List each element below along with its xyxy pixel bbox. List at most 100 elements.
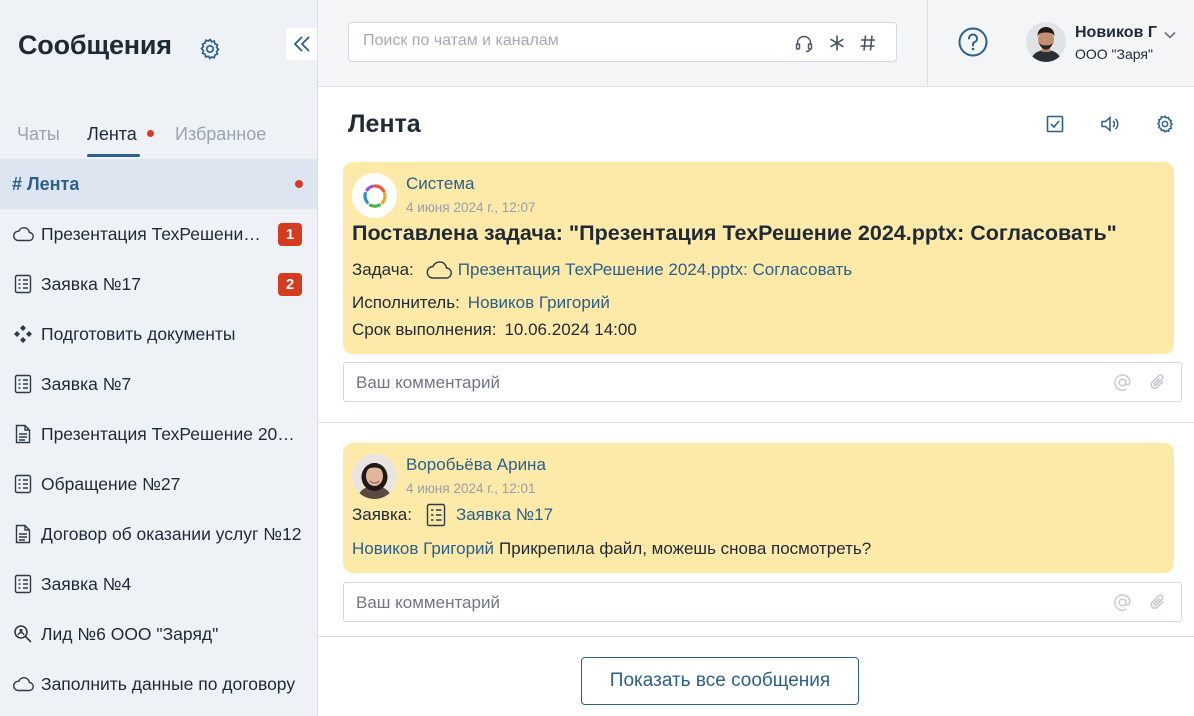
at-sign-icon[interactable]	[1112, 372, 1132, 392]
search-input[interactable]	[363, 32, 783, 50]
sidebar-item-appeal-27[interactable]: Обращение №27	[0, 459, 317, 509]
collapse-sidebar-button[interactable]	[286, 28, 317, 60]
message-text: Прикрепила файл, можешь снова посмотреть…	[499, 539, 872, 558]
comment-box	[343, 362, 1182, 402]
post-author[interactable]: Система	[406, 174, 474, 194]
comment-input[interactable]	[356, 373, 1056, 393]
task-link[interactable]: Презентация ТехРешение 2024.pptx: Соглас…	[458, 260, 852, 280]
feed-post: Система 4 июня 2024 г., 12:07 Поставлена…	[343, 162, 1174, 354]
sidebar-item-contract[interactable]: Договор об оказании услуг №12	[0, 509, 317, 559]
sidebar-item-label: Заявка №4	[41, 573, 132, 594]
asterisk-icon[interactable]	[826, 32, 848, 54]
assignee-row: Исполнитель: Новиков Григорий	[352, 293, 610, 313]
post-author[interactable]: Воробьёва Арина	[406, 455, 546, 475]
task-row: Задача: Презентация ТехРешение 2024.pptx…	[352, 258, 852, 282]
unread-dot	[295, 180, 303, 188]
topbar-divider	[927, 0, 928, 87]
search-box	[348, 22, 897, 62]
speaker-icon[interactable]	[1099, 113, 1121, 135]
sidebar-item-label: # Лента	[12, 173, 80, 194]
gear-icon[interactable]	[1154, 113, 1176, 135]
help-icon[interactable]	[958, 27, 988, 57]
tab-favorites[interactable]: Избранное	[175, 124, 266, 145]
page-title: Лента	[348, 110, 421, 138]
sidebar-item-fill-contract-data[interactable]: Заполнить данные по договору	[0, 659, 317, 709]
paperclip-icon[interactable]	[1148, 372, 1168, 392]
sidebar-item-label: Обращение №27	[41, 473, 181, 494]
comment-input[interactable]	[356, 593, 1056, 613]
sidebar-item-label: Лид №6 ООО "Заряд"	[41, 623, 219, 644]
document-icon	[12, 423, 34, 445]
unread-badge: 1	[278, 223, 302, 246]
sidebar-tabs: Чаты Лента Избранное	[0, 118, 317, 158]
checklist-icon	[12, 373, 34, 395]
sidebar-item-presentation-approve[interactable]: Презентация ТехРешение 2024.pptx: Соглас…	[0, 209, 317, 259]
avatar[interactable]	[1026, 22, 1066, 62]
checklist-icon	[12, 273, 34, 295]
assignee-label: Исполнитель:	[352, 293, 460, 312]
sidebar-item-presentation-file[interactable]: Презентация ТехРешение 2024.pptx	[0, 409, 317, 459]
checkbox-icon[interactable]	[1044, 113, 1066, 135]
cloud-icon	[424, 258, 452, 282]
feed-panel: Лента Система 4 июня 2024 г., 12:07 Пост…	[318, 88, 1194, 716]
double-chevron-left-icon	[293, 36, 310, 52]
checklist-icon	[12, 473, 34, 495]
sidebar-item-label: Заявка №17	[41, 273, 141, 294]
task-label: Задача:	[352, 260, 414, 279]
assignee-link[interactable]: Новиков Григорий	[468, 293, 610, 313]
request-label: Заявка:	[352, 505, 412, 524]
user-name[interactable]: Новиков Г	[1075, 24, 1157, 42]
sidebar-item-request-17[interactable]: Заявка №17 2	[0, 259, 317, 309]
post-date: 4 июня 2024 г., 12:07	[406, 200, 536, 215]
headset-icon[interactable]	[793, 32, 815, 54]
post-heading: Поставлена задача: "Презентация ТехРешен…	[352, 221, 1117, 245]
deadline-label: Срок выполнения:	[352, 320, 497, 339]
at-sign-icon[interactable]	[1112, 592, 1132, 612]
deadline-row: Срок выполнения: 10.06.2024 14:00	[352, 320, 637, 340]
paperclip-icon[interactable]	[1148, 592, 1168, 612]
avatar	[352, 454, 397, 499]
request-row: Заявка: Заявка №17	[352, 503, 553, 527]
sidebar-item-label: Договор об оказании услуг №12	[41, 523, 302, 544]
message-row: Новиков Григорий Прикрепила файл, можешь…	[352, 539, 871, 559]
tab-feed-unread-dot	[147, 130, 154, 137]
sidebar-item-label: Заполнить данные по договору	[41, 673, 296, 694]
cloud-icon	[12, 223, 34, 245]
tab-feed[interactable]: Лента	[87, 124, 137, 145]
tab-chats[interactable]: Чаты	[17, 124, 60, 145]
process-icon	[12, 323, 34, 345]
footer-separator	[318, 636, 1194, 637]
sidebar-item-label: Презентация ТехРешение 2024.pptx	[41, 423, 303, 444]
sidebar-item-feed[interactable]: # Лента	[0, 159, 317, 209]
deadline-value: 10.06.2024 14:00	[504, 320, 637, 339]
system-logo-icon	[352, 173, 397, 218]
active-tab-indicator	[87, 154, 140, 157]
topbar: Новиков Г ООО "Заря"	[318, 0, 1194, 87]
unread-badge: 2	[278, 273, 302, 296]
post-separator	[318, 422, 1194, 423]
document-icon	[12, 523, 34, 545]
sidebar-item-label: Подготовить документы	[41, 323, 236, 344]
cloud-icon	[12, 673, 34, 695]
user-org: ООО "Заря"	[1075, 46, 1153, 62]
sidebar-item-lead-6[interactable]: Лид №6 ООО "Заряд"	[0, 609, 317, 659]
comment-box	[343, 582, 1182, 622]
feed-post: Воробьёва Арина 4 июня 2024 г., 12:01 За…	[343, 443, 1174, 573]
sidebar-item-label: Презентация ТехРешение 2024.pptx: Соглас…	[41, 223, 269, 244]
request-link[interactable]: Заявка №17	[456, 505, 553, 525]
gear-icon[interactable]	[198, 37, 222, 61]
show-all-messages-button[interactable]: Показать все сообщения	[581, 657, 859, 705]
checklist-icon	[422, 503, 450, 527]
sidebar-item-prepare-docs[interactable]: Подготовить документы	[0, 309, 317, 359]
sidebar-item-label: Заявка №7	[41, 373, 132, 394]
chat-list: # Лента Презентация ТехРешение 2024.pptx…	[0, 159, 317, 709]
checklist-icon	[12, 573, 34, 595]
mention-link[interactable]: Новиков Григорий	[352, 539, 494, 559]
post-date: 4 июня 2024 г., 12:01	[406, 481, 536, 496]
sidebar-item-request-7[interactable]: Заявка №7	[0, 359, 317, 409]
sidebar-item-request-4[interactable]: Заявка №4	[0, 559, 317, 609]
chevron-down-icon[interactable]	[1163, 27, 1177, 39]
hashtag-icon[interactable]	[857, 32, 879, 54]
sidebar: Сообщения Чаты Лента Избранное # Лента П…	[0, 0, 318, 716]
lead-search-icon	[12, 623, 34, 645]
